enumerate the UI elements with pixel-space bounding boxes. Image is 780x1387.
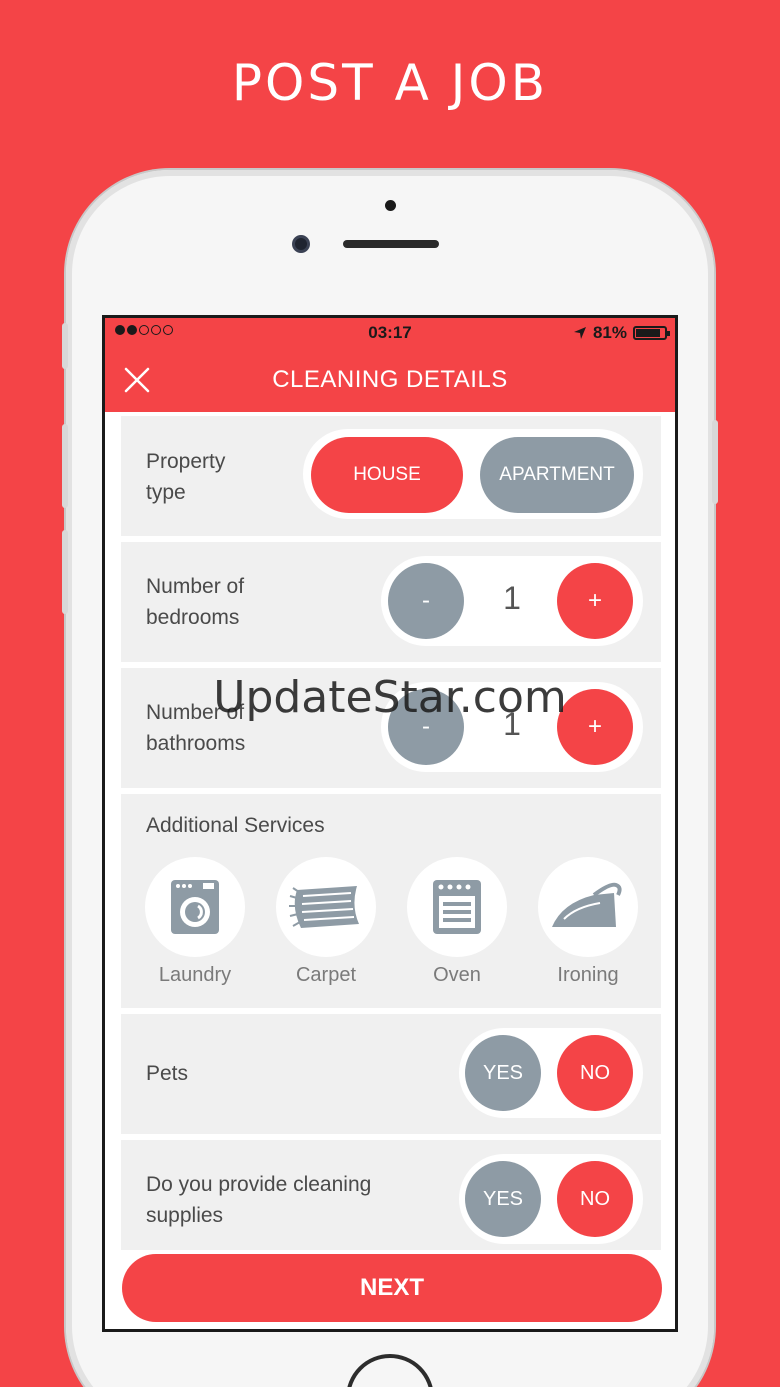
battery-icon	[633, 326, 670, 340]
supplies-toggle: YES NO	[459, 1154, 643, 1244]
property-type-label: Property type	[146, 450, 226, 504]
earpiece	[343, 240, 439, 248]
pets-yes-button[interactable]: YES	[465, 1035, 541, 1111]
oven-icon	[433, 880, 481, 934]
oven-label: Oven	[433, 964, 481, 986]
location-arrow-icon	[573, 327, 586, 339]
pets-toggle: YES NO	[459, 1028, 643, 1118]
supplies-no-button[interactable]: NO	[557, 1161, 633, 1237]
supplies-label: Do you provide cleaning supplies	[146, 1173, 372, 1227]
volume-up-button	[62, 424, 68, 508]
laundry-service-button[interactable]	[145, 857, 245, 957]
property-type-selector: HOUSE APARTMENT	[303, 429, 643, 519]
supplies-yes-button[interactable]: YES	[465, 1161, 541, 1237]
iron-icon	[552, 882, 622, 927]
bedrooms-card: Number of bedrooms - 1 +	[121, 542, 661, 662]
battery-percent: 81%	[592, 323, 627, 342]
bedrooms-decrement-button[interactable]: -	[388, 563, 464, 639]
next-button[interactable]: NEXT	[122, 1254, 662, 1322]
front-camera	[292, 235, 310, 253]
services-card: Additional Services Laundry Carpet Oven …	[121, 794, 661, 1008]
proximity-sensor	[385, 200, 396, 211]
mute-switch	[62, 323, 68, 369]
house-option[interactable]: HOUSE	[311, 437, 463, 513]
power-button	[712, 420, 718, 504]
carpet-service-button[interactable]	[276, 857, 376, 957]
volume-down-button	[62, 530, 68, 614]
apartment-option[interactable]: APARTMENT	[480, 437, 634, 513]
ironing-label: Ironing	[557, 964, 619, 986]
washing-machine-icon	[171, 880, 219, 934]
carpet-icon	[289, 886, 359, 928]
supplies-card: Do you provide cleaning supplies YES NO	[121, 1140, 661, 1250]
bedrooms-stepper: - 1 +	[381, 556, 643, 646]
property-type-card: Property type HOUSE APARTMENT	[121, 416, 661, 536]
bedrooms-label: Number of bedrooms	[146, 575, 245, 629]
headline: POST A JOB	[231, 54, 549, 112]
app-screen: 03:17 81% CLEANING DETAILS Property type…	[102, 315, 678, 1332]
status-bar: 03:17 81%	[105, 318, 675, 348]
oven-service-button[interactable]	[407, 857, 507, 957]
carpet-label: Carpet	[295, 964, 357, 986]
nav-bar: CLEANING DETAILS	[105, 348, 675, 412]
page-title: CLEANING DETAILS	[272, 366, 508, 393]
ironing-service-button[interactable]	[538, 857, 638, 957]
watermark: UpdateStar.com	[213, 672, 567, 723]
pets-no-button[interactable]: NO	[557, 1035, 633, 1111]
pets-label: Pets	[146, 1062, 189, 1085]
services-label: Additional Services	[146, 814, 325, 837]
form-content: Property type HOUSE APARTMENT Number of …	[121, 412, 661, 1250]
bedrooms-count: 1	[503, 580, 521, 616]
laundry-label: Laundry	[158, 964, 232, 986]
bedrooms-increment-button[interactable]: +	[557, 563, 633, 639]
pets-card: Pets YES NO	[121, 1014, 661, 1134]
